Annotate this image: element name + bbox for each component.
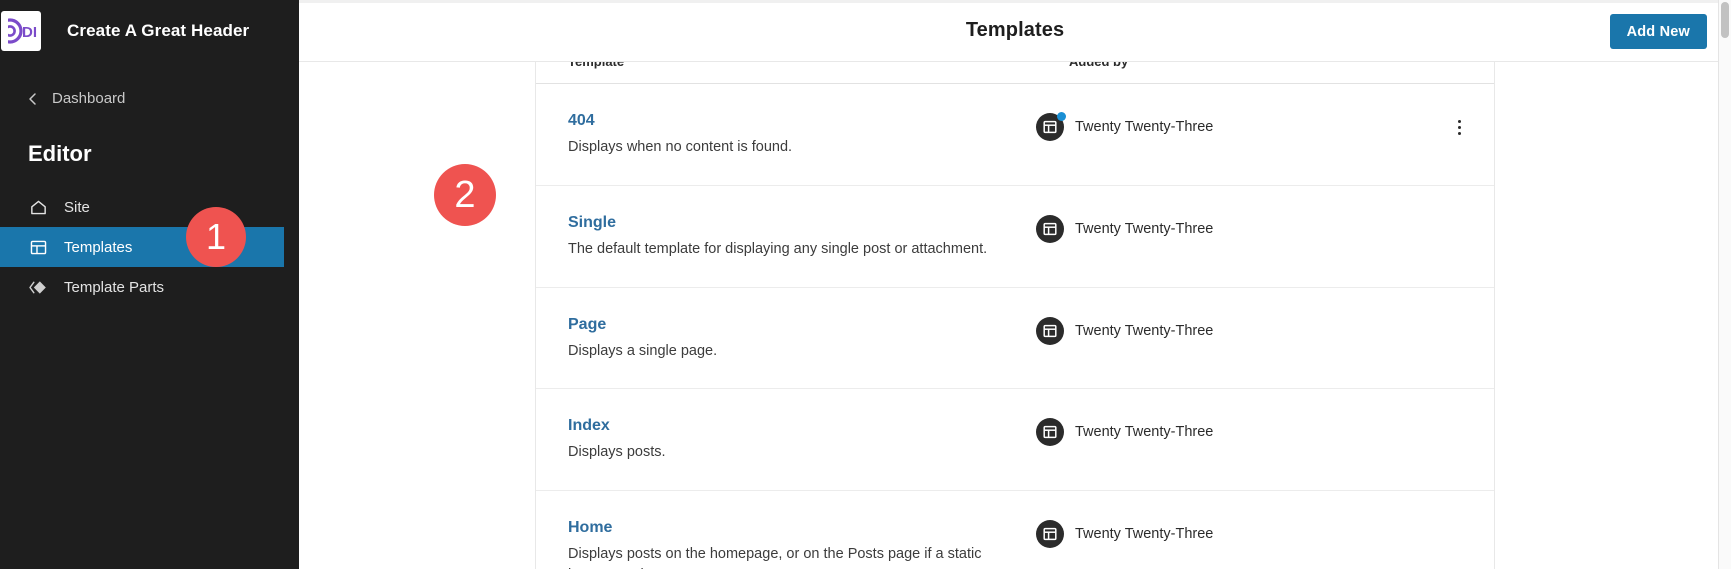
template-description: Displays when no content is found.	[568, 137, 1022, 158]
dashboard-link[interactable]: Dashboard	[0, 86, 299, 111]
table-cell-template: Index Displays posts.	[536, 416, 1036, 463]
theme-name: Twenty Twenty-Three	[1075, 323, 1213, 339]
template-description: The default template for displaying any …	[568, 239, 1022, 260]
page-title: Templates	[966, 19, 1064, 42]
table-cell-added-by: Twenty Twenty-Three	[1036, 111, 1424, 141]
add-new-button[interactable]: Add New	[1610, 14, 1707, 49]
template-description: Displays posts.	[568, 442, 1022, 463]
sidebar: DI Create A Great Header Dashboard Edito…	[0, 0, 299, 569]
template-link[interactable]: Index	[568, 416, 610, 435]
sidebar-nav: Site Templates	[0, 187, 299, 307]
table-cell-added-by: Twenty Twenty-Three	[1036, 213, 1424, 243]
templates-table: Template Added by 404 Displays when no c…	[535, 62, 1495, 569]
editor-heading: Editor	[28, 141, 299, 167]
table-cell-added-by: Twenty Twenty-Three	[1036, 315, 1424, 345]
table-cell-actions	[1424, 518, 1494, 520]
template-link[interactable]: 404	[568, 111, 595, 130]
table-cell-template: Home Displays posts on the homepage, or …	[536, 518, 1036, 569]
table-row[interactable]: Page Displays a single page.	[536, 288, 1494, 390]
step-marker-2: 2	[434, 164, 496, 226]
table-header-row: Template Added by	[536, 62, 1494, 84]
table-row[interactable]: Index Displays posts.	[536, 389, 1494, 491]
app-root: DI Create A Great Header Dashboard Edito…	[0, 0, 1731, 569]
sidebar-item-label: Template Parts	[64, 279, 164, 296]
layout-grid-icon	[28, 237, 48, 257]
template-link[interactable]: Page	[568, 315, 606, 334]
theme-name: Twenty Twenty-Three	[1075, 119, 1213, 135]
brand-title: Create A Great Header	[67, 21, 249, 41]
layers-diamond-icon	[28, 277, 48, 297]
more-vertical-icon[interactable]	[1445, 113, 1473, 141]
table-cell-actions	[1424, 416, 1494, 418]
table-row[interactable]: 404 Displays when no content is found.	[536, 84, 1494, 186]
column-header-template: Template	[568, 62, 624, 69]
template-description: Displays posts on the homepage, or on th…	[568, 544, 1022, 569]
content-scroll-area[interactable]: Template Added by 404 Displays when no c…	[299, 62, 1731, 569]
brand[interactable]: DI Create A Great Header	[0, 0, 299, 62]
table-cell-actions	[1424, 315, 1494, 317]
update-available-dot	[1057, 112, 1066, 121]
table-row-single[interactable]: Single The default template for displayi…	[536, 186, 1494, 288]
svg-text:DI: DI	[22, 24, 37, 41]
divi-logo-icon: DI	[1, 11, 41, 51]
theme-layout-icon	[1036, 418, 1064, 446]
theme-name: Twenty Twenty-Three	[1075, 424, 1213, 440]
sidebar-item-site[interactable]: Site	[0, 187, 299, 227]
template-description: Displays a single page.	[568, 341, 1022, 362]
theme-layout-icon	[1036, 317, 1064, 345]
table-cell-added-by: Twenty Twenty-Three	[1036, 416, 1424, 446]
sidebar-item-label: Templates	[64, 239, 132, 256]
vertical-scrollbar[interactable]	[1718, 0, 1731, 569]
theme-name: Twenty Twenty-Three	[1075, 221, 1213, 237]
step-marker-1: 1	[186, 207, 246, 267]
table-cell-added-by: Twenty Twenty-Three	[1036, 518, 1424, 548]
table-cell-actions	[1424, 213, 1494, 215]
sidebar-item-label: Site	[64, 199, 90, 216]
home-icon	[28, 197, 48, 217]
dashboard-label: Dashboard	[52, 90, 125, 107]
table-row[interactable]: Home Displays posts on the homepage, or …	[536, 491, 1494, 569]
table-cell-template: Page Displays a single page.	[536, 315, 1036, 362]
sidebar-item-template-parts[interactable]: Template Parts	[0, 267, 299, 307]
template-link[interactable]: Home	[568, 518, 612, 537]
chevron-left-icon	[26, 92, 40, 106]
table-cell-actions	[1424, 111, 1494, 141]
scrollbar-thumb[interactable]	[1721, 2, 1729, 38]
theme-layout-icon	[1036, 215, 1064, 243]
column-header-added-by: Added by	[1069, 62, 1128, 69]
template-link[interactable]: Single	[568, 213, 616, 232]
main-content: Templates Add New Template Added by 404 …	[299, 0, 1731, 569]
theme-layout-icon	[1036, 113, 1064, 141]
theme-name: Twenty Twenty-Three	[1075, 526, 1213, 542]
table-cell-template: 404 Displays when no content is found.	[536, 111, 1036, 158]
table-cell-template: Single The default template for displayi…	[536, 213, 1036, 260]
theme-layout-icon	[1036, 520, 1064, 548]
window-top-edge	[299, 0, 1731, 3]
top-bar: Templates Add New	[299, 0, 1731, 62]
